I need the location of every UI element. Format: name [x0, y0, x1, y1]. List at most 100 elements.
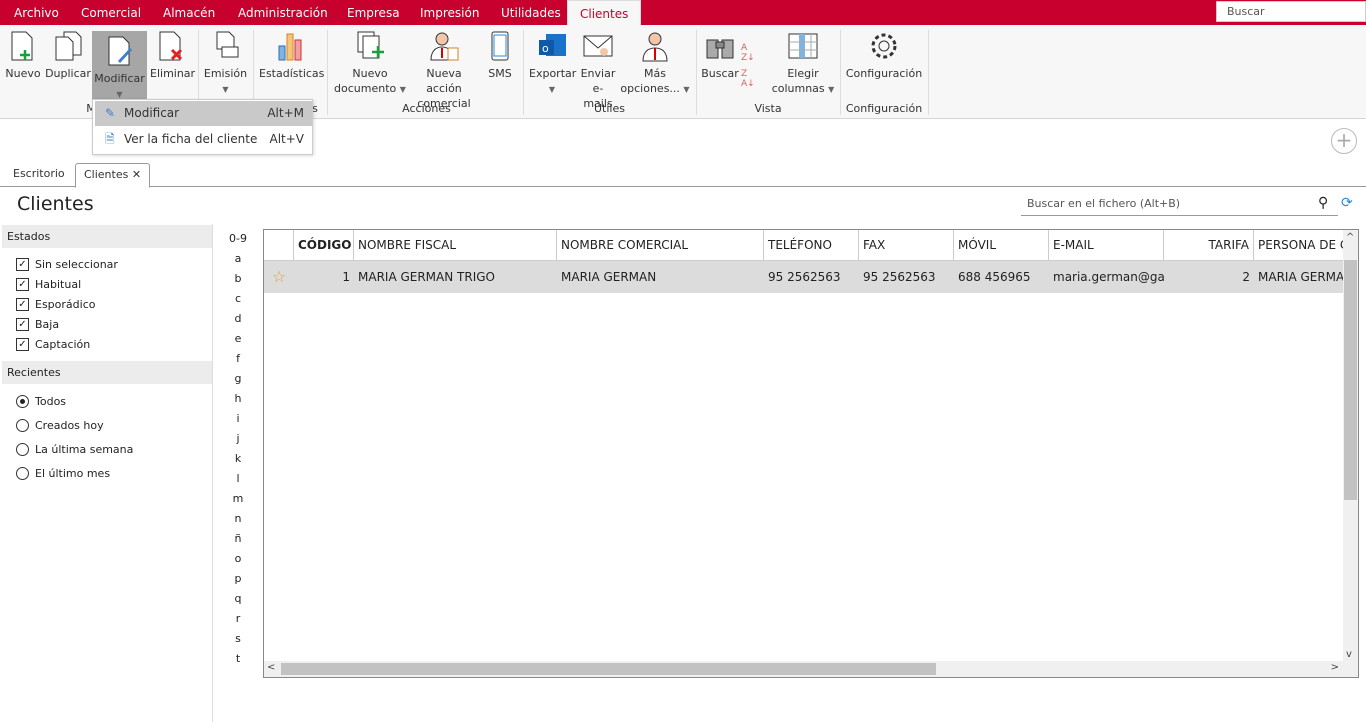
group-label-utiles: Útiles [594, 102, 625, 115]
menu-item-ver-ficha[interactable]: 🗎 Ver la ficha del cliente Alt+V [95, 127, 312, 152]
alphabet-letter[interactable]: p [224, 572, 252, 592]
exportar-button[interactable]: o Exportar ▼ [529, 30, 576, 97]
alphabet-letter[interactable]: l [224, 472, 252, 492]
alphabet-letter[interactable]: f [224, 352, 252, 372]
binoculars-icon [704, 30, 736, 62]
alphabet-letter[interactable]: 0-9 [224, 232, 252, 252]
recientes-header: Recientes [2, 361, 212, 384]
group-label-vista: Vista [754, 102, 782, 115]
alphabet-letter[interactable]: c [224, 292, 252, 312]
column-header-telefono[interactable]: TELÉFONO [764, 230, 859, 261]
search-icon[interactable]: ⚲ [1318, 195, 1328, 211]
checkbox-captacion[interactable]: ✓ Captación [16, 337, 90, 352]
elegir-columnas-button[interactable]: Elegir columnas ▼ [771, 30, 835, 97]
duplicar-button[interactable]: Duplicar [45, 30, 91, 81]
gear-icon [868, 30, 900, 62]
sms-button[interactable]: SMS [484, 30, 516, 81]
file-search-input[interactable]: Buscar en el fichero (Alt+B) [1021, 193, 1338, 216]
page-title: Clientes [17, 193, 94, 215]
new-document-icon [7, 30, 39, 62]
alphabet-letter[interactable]: r [224, 612, 252, 632]
cell-movil: 688 456965 [958, 270, 1031, 284]
star-icon[interactable]: ☆ [264, 261, 294, 292]
mas-opciones-button[interactable]: Más opciones... ▼ [620, 30, 690, 97]
cell-telefono: 95 2562563 [768, 270, 841, 284]
columns-icon [787, 30, 819, 62]
menu-utilidades[interactable]: Utilidades [501, 0, 561, 25]
enviar-emails-button[interactable]: Enviar e-mails [578, 30, 618, 111]
alphabet-letter[interactable]: q [224, 592, 252, 612]
alphabet-letter[interactable]: t [224, 652, 252, 672]
cell-persona-contacto: MARIA GERMAN [1258, 270, 1344, 284]
alphabet-letter[interactable]: e [224, 332, 252, 352]
alphabet-letter[interactable]: g [224, 372, 252, 392]
menu-clientes[interactable]: Clientes [567, 0, 642, 25]
checkbox-sin-seleccionar[interactable]: ✓ Sin seleccionar [16, 257, 118, 272]
group-label-acciones: Acciones [402, 102, 451, 115]
column-header-email[interactable]: E-MAIL [1049, 230, 1164, 261]
alphabet-letter[interactable]: a [224, 252, 252, 272]
alphabet-letter[interactable]: b [224, 272, 252, 292]
alphabet-letter[interactable]: d [224, 312, 252, 332]
horizontal-scrollbar[interactable]: < > [264, 661, 1358, 677]
alphabet-letter[interactable]: n [224, 512, 252, 532]
tab-clientes[interactable]: Clientes ✕ [75, 163, 151, 188]
menu-item-modificar[interactable]: ✎ Modificar Alt+M [95, 101, 312, 126]
menu-archivo[interactable]: Archivo [14, 0, 59, 25]
column-header-fax[interactable]: FAX [859, 230, 954, 261]
column-header-favorite[interactable] [264, 230, 294, 261]
menu-empresa[interactable]: Empresa [347, 0, 400, 25]
radio-ultimo-mes[interactable]: El último mes [16, 466, 110, 481]
menu-impresion[interactable]: Impresión [420, 0, 479, 25]
global-search-input[interactable]: Buscar [1216, 1, 1366, 22]
tab-escritorio[interactable]: Escritorio [5, 163, 73, 187]
add-tab-button[interactable]: + [1331, 128, 1357, 154]
modificar-button[interactable]: Modificar ▼ [92, 31, 147, 99]
vertical-scrollbar[interactable]: ^ v [1343, 230, 1358, 662]
refresh-icon[interactable]: ⟳ [1341, 195, 1353, 211]
estadisticas-button[interactable]: Estadísticas [259, 30, 324, 81]
sort-za-icon[interactable]: Z A↓ [741, 69, 755, 89]
checkbox-baja[interactable]: ✓ Baja [16, 317, 59, 332]
column-header-movil[interactable]: MÓVIL [954, 230, 1049, 261]
alphabet-letter[interactable]: m [224, 492, 252, 512]
cell-tarifa: 2 [1242, 270, 1250, 284]
menu-comercial[interactable]: Comercial [81, 0, 141, 25]
checkbox-esporadico[interactable]: ✓ Esporádico [16, 297, 95, 312]
sort-az-icon[interactable]: A Z↓ [741, 43, 755, 63]
edit-document-icon [104, 35, 136, 67]
eliminar-button[interactable]: Eliminar [150, 30, 195, 81]
modificar-dropdown-menu: ✎ Modificar Alt+M 🗎 Ver la ficha del cli… [92, 99, 313, 155]
buscar-button[interactable]: Buscar [701, 30, 739, 81]
bar-chart-icon [275, 30, 307, 62]
radio-creados-hoy[interactable]: Creados hoy [16, 418, 104, 433]
table-row[interactable]: ☆ 1 MARIA GERMAN TRIGO MARIA GERMAN 95 2… [264, 261, 1344, 293]
emision-button[interactable]: Emisión ▼ [203, 30, 248, 97]
alphabet-letter[interactable]: h [224, 392, 252, 412]
nueva-accion-comercial-button[interactable]: Nueva acción comercial [408, 30, 480, 111]
alphabet-letter[interactable]: k [224, 452, 252, 472]
alphabet-letter[interactable]: o [224, 552, 252, 572]
column-header-nombre-comercial[interactable]: NOMBRE COMERCIAL [557, 230, 764, 261]
alphabet-letter[interactable]: s [224, 632, 252, 652]
radio-todos[interactable]: Todos [16, 394, 66, 409]
cell-email: maria.german@ga... [1053, 270, 1164, 284]
alphabet-letter[interactable]: ñ [224, 532, 252, 552]
alphabet-letter[interactable]: j [224, 432, 252, 452]
column-header-codigo[interactable]: CÓDIGO [294, 230, 354, 261]
column-header-persona-contacto[interactable]: PERSONA DE CONTACTO [1254, 230, 1344, 261]
close-icon[interactable]: ✕ [132, 168, 141, 181]
checkbox-habitual[interactable]: ✓ Habitual [16, 277, 81, 292]
menu-almacen[interactable]: Almacén [163, 0, 215, 25]
menu-administracion[interactable]: Administración [238, 0, 328, 25]
nuevo-button[interactable]: Nuevo [5, 30, 41, 81]
configuracion-button[interactable]: Configuración [845, 30, 923, 81]
person-clipboard-icon [428, 30, 460, 62]
alphabet-letter[interactable]: i [224, 412, 252, 432]
view-document-icon: 🗎 [105, 132, 115, 146]
column-header-nombre-fiscal[interactable]: NOMBRE FISCAL [354, 230, 557, 261]
radio-ultima-semana[interactable]: La última semana [16, 442, 133, 457]
column-header-tarifa[interactable]: TARIFA [1164, 230, 1254, 261]
edit-icon: ✎ [105, 106, 116, 120]
nuevo-documento-button[interactable]: Nuevo documento ▼ [334, 30, 406, 97]
